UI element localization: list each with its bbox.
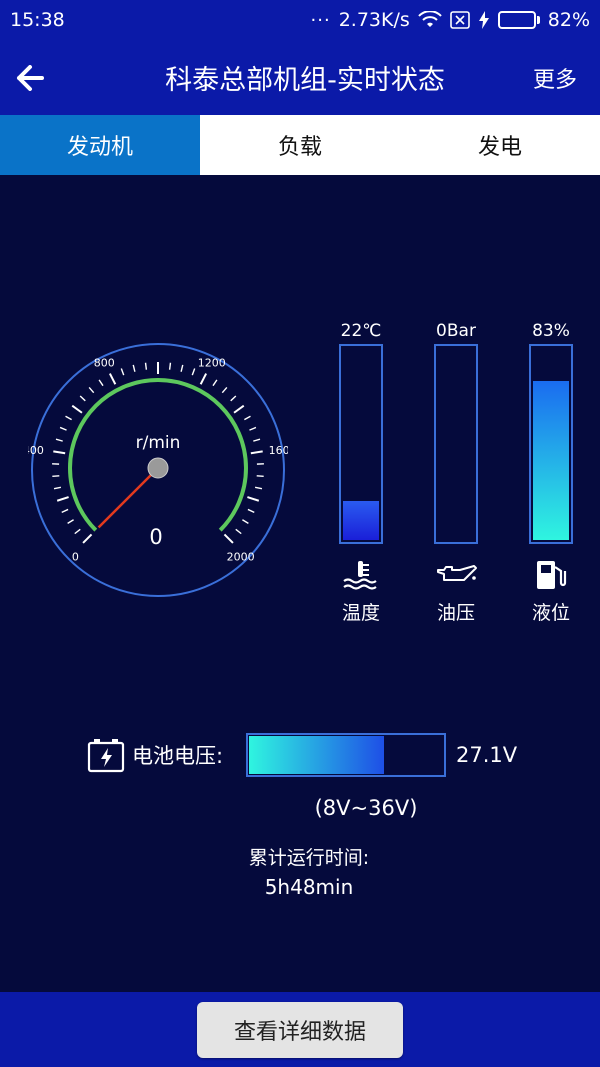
thermometer-water-icon (343, 561, 377, 590)
gauge-tick (67, 519, 74, 524)
back-button[interactable] (0, 40, 60, 115)
charging-bolt-icon (478, 11, 489, 29)
gauge-tick (59, 426, 67, 431)
gauge-tick (212, 379, 218, 387)
gauge-tick (168, 362, 172, 370)
fuel-level-label: 液位 (531, 602, 570, 624)
battery-voltage-label: 电池电压: (132, 744, 224, 768)
temperature-tube (339, 344, 383, 544)
battery-voltage-fill (249, 736, 385, 774)
status-time: 15:38 (10, 9, 65, 31)
runtime-value: 5h48min (264, 875, 354, 899)
gauge-tick (235, 528, 242, 535)
gauge-tick-label: 0 (72, 551, 79, 564)
gauge-value: 0 (149, 525, 162, 549)
gauge-tick (53, 450, 66, 455)
gauge-tick (108, 373, 117, 385)
gauge-tick (249, 426, 257, 431)
battery-voltage-bar (246, 733, 446, 777)
gauge-tick (242, 519, 249, 524)
fuel-level-gauge: 83% 液位 (528, 318, 574, 625)
battery-voltage-row: 电池电压: 27.1V (86, 732, 526, 778)
gauge-unit-label: r/min (136, 433, 181, 453)
gauge-tick (65, 415, 72, 421)
gauge-tick (82, 533, 93, 544)
gauge-tick (244, 415, 251, 421)
gauge-tick-label: 1600 (269, 444, 288, 457)
gauge-tick (88, 386, 95, 394)
tab-engine[interactable]: 发动机 (0, 115, 200, 175)
oil-pressure-value: 0Bar (436, 321, 476, 341)
more-button[interactable]: 更多 (510, 62, 600, 94)
fuel-level-value: 83% (532, 321, 570, 341)
sim-x-icon (449, 11, 470, 29)
gauge-tick (61, 508, 69, 514)
battery-indicator (497, 11, 540, 29)
gauge-tick (55, 438, 63, 442)
runtime-label: 累计运行时间: (248, 847, 370, 869)
gauge-tick (230, 395, 237, 402)
gauge-needle-hub (147, 457, 169, 479)
gauge-tick-label: 400 (28, 444, 44, 457)
gauge-tick-label: 800 (94, 356, 115, 369)
oil-pressure-label: 油压 (436, 602, 475, 624)
battery-voltage-value: 27.1V (456, 743, 518, 767)
gauge-tick (120, 368, 125, 376)
tab-bar: 发动机 负载 发电 (0, 115, 600, 175)
gauge-tick (56, 496, 69, 502)
gauge-tick (247, 496, 260, 502)
gauge-green-arc (68, 378, 248, 532)
gauge-tick-label: 2000 (227, 551, 255, 564)
oil-pressure-tube (434, 344, 478, 544)
gauge-tick (221, 386, 228, 394)
temperature-label: 温度 (341, 602, 380, 624)
gauge-tick (253, 438, 261, 442)
gauge-tick (254, 486, 263, 490)
gauge-tick (233, 404, 245, 414)
network-speed: 2.73K/s (338, 9, 410, 31)
bottom-bar: 查看详细数据 (0, 992, 600, 1067)
tab-power[interactable]: 发电 (400, 115, 600, 175)
gauge-tick (53, 486, 62, 490)
gauge-tick (223, 533, 234, 544)
gauge-tick (247, 508, 255, 514)
fuel-level-tube (529, 344, 573, 544)
oil-pressure-gauge: 0Bar 油压 (433, 318, 479, 625)
gauge-tick (74, 528, 81, 535)
tab-load[interactable]: 负载 (200, 115, 400, 175)
gauge-tick (52, 475, 60, 478)
temperature-value: 22℃ (340, 321, 382, 341)
status-indicators: ··· 2.73K/s 82% (311, 9, 590, 31)
temperature-level (343, 500, 379, 540)
notification-dots: ··· (310, 9, 331, 31)
gauge-tick (256, 475, 264, 478)
oil-can-icon (437, 565, 477, 581)
app-bar: 科泰总部机组-实时状态 更多 (0, 40, 600, 115)
gauge-tick (199, 373, 208, 385)
gauge-tick (144, 362, 148, 370)
gauge-tick (98, 379, 104, 387)
fuel-pump-icon (537, 561, 567, 589)
arrow-left-icon (17, 64, 44, 91)
status-bar: 15:38 ··· 2.73K/s 82% (0, 0, 600, 40)
temperature-gauge: 22℃ 温度 (338, 318, 384, 625)
gauge-tick (180, 364, 184, 372)
wifi-icon (418, 11, 442, 27)
gauge-needle (97, 467, 159, 529)
gauge-tick (79, 395, 86, 402)
battery-voltage-range: (8V~36V) (314, 796, 418, 820)
gauge-tick (250, 450, 263, 455)
gauge-tick (191, 368, 196, 376)
battery-percent: 82% (547, 9, 590, 31)
rpm-gauge: 0 400 800 1200 1600 2000 r/min 0 (28, 343, 288, 597)
gauge-tick (132, 364, 136, 372)
gauge-tick (71, 404, 83, 414)
page-title: 科泰总部机组-实时状态 (165, 65, 445, 96)
fuel-level-fill (533, 381, 569, 540)
view-details-button[interactable]: 查看详细数据 (197, 1001, 403, 1058)
car-battery-icon (87, 739, 125, 773)
gauge-tick-label: 1200 (198, 356, 226, 369)
